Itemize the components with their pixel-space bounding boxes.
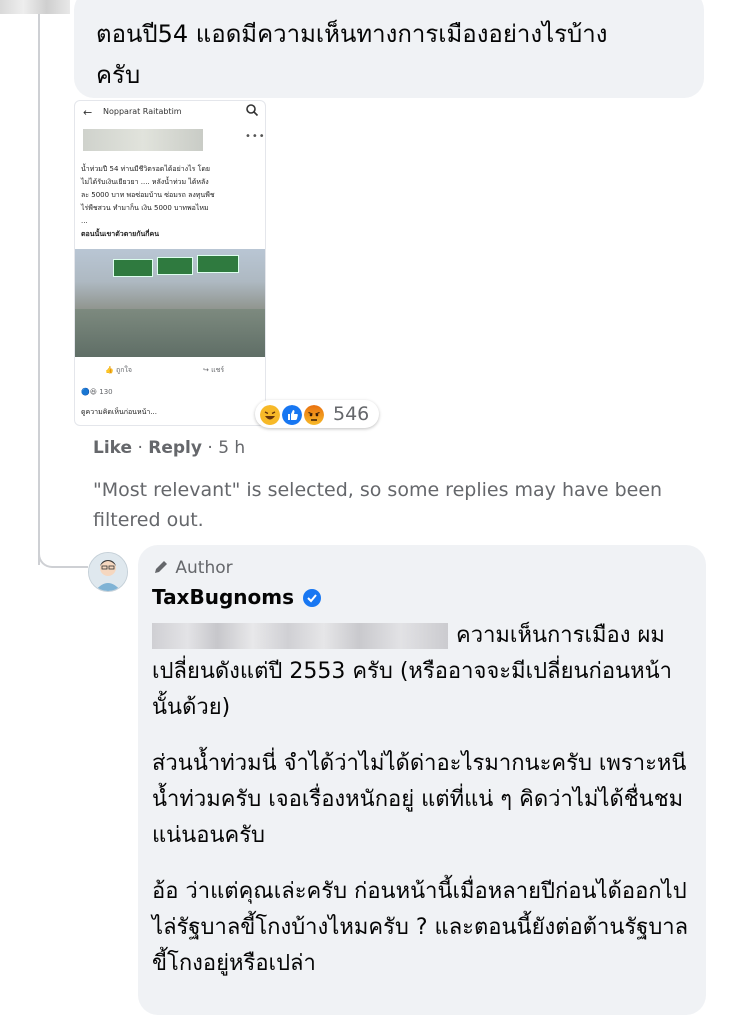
shot-comment-preview: ดูความคิดเห็นก่อนหน้า... bbox=[81, 408, 157, 416]
reply-paragraph-2: ส่วนน้ำท่วมนี่ จำได้ว่าไม่ได้ด่าอะไรมากน… bbox=[152, 751, 687, 848]
author-badge: Author bbox=[152, 558, 233, 578]
shot-post-line: น้ำท่วมปี 54 ท่านมีชีวิตรอดได้อย่างไร โด… bbox=[81, 165, 210, 173]
shot-actions: 👍 ถูกใจ ↪ แชร์ bbox=[75, 363, 265, 381]
road-sign bbox=[157, 257, 193, 275]
parent-comment-line1: ตอนปี54 แอดมีความเห็นทางการเมืองอย่างไรบ… bbox=[96, 20, 608, 48]
flood-water bbox=[75, 309, 265, 357]
timestamp[interactable]: 5 h bbox=[218, 438, 245, 458]
shot-reaction-count: 🔵😆 130 bbox=[81, 388, 113, 396]
reply-comment-text: ความเห็นการเมือง ผมเปลี่ยนดังแต่ปี 2553 … bbox=[152, 618, 692, 1002]
reply-button[interactable]: Reply bbox=[148, 438, 202, 458]
author-badge-label: Author bbox=[175, 558, 233, 578]
shot-post-line: ไร่พืชสวน ทำมาก็น เงิน 5000 บาทพอไหม bbox=[81, 204, 209, 212]
parent-comment-line2: ครับ bbox=[96, 61, 141, 89]
blurred-profile bbox=[83, 129, 203, 151]
shot-header: ← Nopparat Raitabtim bbox=[75, 101, 265, 123]
separator: · bbox=[207, 438, 213, 458]
separator: · bbox=[137, 438, 143, 458]
parent-comment-text: ตอนปี54 แอดมีความเห็นทางการเมืองอย่างไรบ… bbox=[96, 14, 696, 96]
search-icon bbox=[246, 104, 259, 117]
road-sign bbox=[197, 255, 239, 273]
reply-paragraph-3: อ้อ ว่าแต่คุณเล่ะครับ ก่อนหน้านี้เมื่อหล… bbox=[152, 879, 689, 976]
shot-post-line: ตอนนั้นเขาตัวตายกันกี่คน bbox=[81, 230, 159, 238]
like-button[interactable]: Like bbox=[93, 438, 132, 458]
road-sign bbox=[113, 259, 153, 277]
avatar[interactable] bbox=[88, 552, 128, 592]
verified-badge-icon bbox=[303, 589, 321, 607]
blurred-text bbox=[152, 623, 448, 649]
blurred-avatar bbox=[0, 0, 70, 14]
thread-connector bbox=[38, 540, 88, 568]
parent-actions: Like · Reply · 5 h bbox=[93, 438, 245, 458]
reaction-count: 546 bbox=[333, 403, 370, 425]
ellipsis-icon: ••• bbox=[245, 131, 266, 142]
shot-post-line: ... bbox=[81, 217, 88, 225]
arrow-left-icon: ← bbox=[83, 106, 93, 119]
shot-post-text: น้ำท่วมปี 54 ท่านมีชีวิตรอดได้อย่างไร โด… bbox=[81, 163, 259, 241]
thread-line bbox=[38, 0, 40, 565]
reply-paragraph-1: ความเห็นการเมือง ผมเปลี่ยนดังแต่ปี 2553 … bbox=[152, 618, 692, 726]
like-icon bbox=[281, 404, 303, 426]
haha-icon bbox=[259, 404, 281, 426]
shot-share: ↪ แชร์ bbox=[203, 366, 225, 374]
filter-note: "Most relevant" is selected, so some rep… bbox=[93, 479, 663, 531]
avatar-illustration bbox=[89, 553, 127, 591]
angry-icon bbox=[303, 404, 325, 426]
shot-post-line: ละ 5000 บาท พอซ่อมบ้าน ซ่อมรถ ลงทุนพืช bbox=[81, 191, 215, 199]
shot-like: 👍 ถูกใจ bbox=[105, 366, 132, 374]
reactions-summary[interactable]: 546 bbox=[255, 400, 379, 428]
pencil-icon bbox=[155, 561, 167, 573]
reply-author-name[interactable]: TaxBugnoms bbox=[152, 585, 294, 609]
shot-post-line: ไม่ได้รับเงินเยียวยา .... หลังน้ำท่วม ได… bbox=[81, 178, 209, 186]
flood-photo bbox=[75, 249, 265, 357]
shot-profile-name: Nopparat Raitabtim bbox=[103, 107, 182, 116]
attached-screenshot[interactable]: ← Nopparat Raitabtim ••• น้ำท่วมปี 54 ท่… bbox=[74, 100, 266, 426]
